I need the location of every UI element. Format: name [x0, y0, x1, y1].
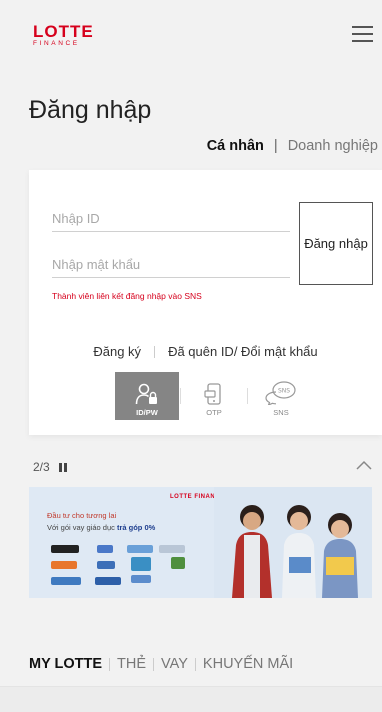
- account-type-switch: Cá nhân | Doanh nghiệp: [207, 138, 378, 154]
- nav-divider: [109, 657, 111, 671]
- account-type-separator: |: [273, 138, 278, 154]
- method-label: SNS: [273, 408, 289, 417]
- banner-headline: Đầu tư cho tương lai: [47, 511, 117, 520]
- user-lock-icon: [135, 383, 157, 405]
- method-divider: [247, 388, 248, 404]
- logo-sub-text: FINANCE: [33, 40, 80, 47]
- chevron-up-icon[interactable]: [355, 458, 373, 472]
- login-method-selector: ID/PW OTP SNS SNS: [115, 372, 313, 420]
- login-button[interactable]: Đăng nhập: [299, 202, 373, 285]
- register-link[interactable]: Đăng ký: [93, 344, 141, 359]
- login-card: Đăng nhập Thành viên liên kết đăng nhập …: [29, 170, 382, 435]
- tab-business[interactable]: Doanh nghiệp: [288, 138, 378, 154]
- hamburger-menu-icon[interactable]: [352, 25, 373, 43]
- nav-promotions[interactable]: KHUYẾN MÃI: [203, 656, 293, 672]
- footer-strip: [0, 686, 382, 712]
- nav-loan[interactable]: VAY: [161, 656, 188, 672]
- tab-personal[interactable]: Cá nhân: [207, 138, 264, 154]
- bottom-nav: MY LOTTE THẺ VAY KHUYẾN MÃI: [29, 656, 293, 672]
- logo-main-text: LOTTE: [33, 22, 94, 41]
- password-input[interactable]: [52, 252, 290, 278]
- account-links: Đăng ký Đã quên ID/ Đổi mật khẩu: [29, 344, 382, 359]
- nav-divider: [194, 657, 196, 671]
- page-title: Đăng nhập: [29, 96, 152, 124]
- nav-card[interactable]: THẺ: [117, 656, 146, 672]
- method-label: ID/PW: [136, 408, 158, 417]
- method-id-pw[interactable]: ID/PW: [115, 372, 179, 420]
- nav-divider: [153, 657, 155, 671]
- promo-banner[interactable]: LOTTE FINANCE Đầu tư cho tương lai Với g…: [29, 487, 372, 598]
- slide-counter: 2/3: [33, 460, 50, 474]
- forgot-id-password-link[interactable]: Đã quên ID/ Đổi mật khẩu: [168, 344, 318, 359]
- method-divider: [180, 388, 181, 404]
- sns-chat-icon: SNS: [265, 381, 296, 405]
- banner-students-illustration: [214, 487, 372, 598]
- method-sns[interactable]: SNS SNS: [249, 372, 313, 420]
- otp-phone-icon: [204, 383, 221, 405]
- id-input[interactable]: [52, 206, 290, 232]
- svg-text:SNS: SNS: [278, 388, 290, 395]
- pause-icon[interactable]: [58, 462, 67, 472]
- method-otp[interactable]: OTP: [182, 372, 246, 420]
- header: LOTTE FINANCE: [0, 0, 382, 70]
- banner-subline: Với gói vay giáo dục trả góp 0%: [47, 523, 156, 532]
- link-divider: [154, 345, 156, 358]
- sns-note: Thành viên liên kết đăng nhập vào SNS: [52, 291, 202, 301]
- method-label: OTP: [206, 408, 222, 417]
- lotte-finance-logo[interactable]: LOTTE FINANCE: [33, 22, 94, 48]
- banner-slider-controls: 2/3: [33, 460, 67, 474]
- nav-my-lotte[interactable]: MY LOTTE: [29, 656, 102, 672]
